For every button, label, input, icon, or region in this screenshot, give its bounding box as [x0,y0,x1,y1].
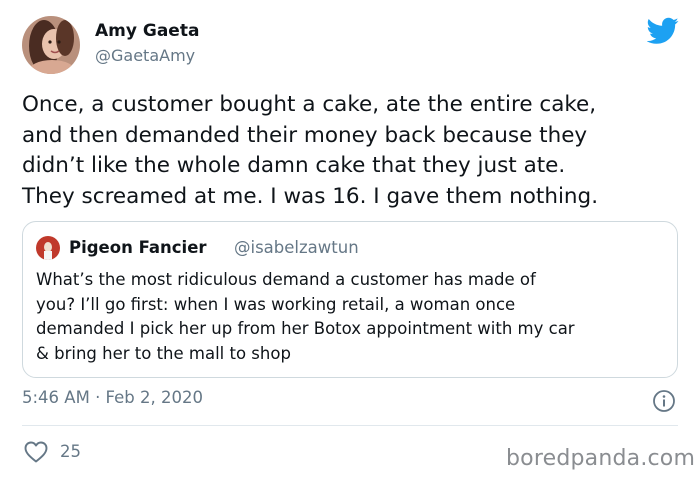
divider [22,425,678,426]
tweet-card: Amy Gaeta @GaetaAmy Once, a customer bou… [0,0,700,480]
author-name[interactable]: Amy Gaeta [95,21,199,41]
tweet-text: Once, a customer bought a cake, ate the … [22,92,599,209]
quoted-author-handle: @isabelzawtun [234,238,359,257]
author-avatar[interactable] [22,16,80,74]
quoted-tweet-text: What’s the most ridiculous demand a cust… [36,270,575,363]
quoted-author-name: Pigeon Fancier [69,238,207,257]
watermark: boredpanda.com [506,446,696,471]
twitter-bird-icon[interactable] [646,17,679,45]
tweet-timestamp[interactable]: 5:46 AM · Feb 2, 2020 [22,388,203,407]
heart-icon[interactable] [24,441,48,463]
quoted-tweet[interactable]: Pigeon Fancier @isabelzawtun What’s the … [22,221,678,378]
info-icon[interactable] [652,389,676,413]
like-count: 25 [60,442,81,461]
author-handle[interactable]: @GaetaAmy [95,46,195,65]
quoted-author-avatar [36,236,60,260]
